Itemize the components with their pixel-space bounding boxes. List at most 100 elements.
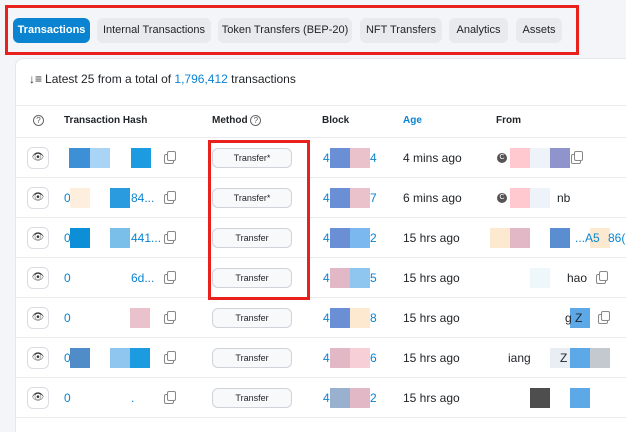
block-number-end[interactable]: 5 bbox=[370, 271, 377, 285]
block-number-end[interactable]: 4 bbox=[370, 151, 377, 165]
block-number-end[interactable]: 6 bbox=[370, 351, 377, 365]
table-row: 👁 0 Transfer 4 6 15 hrs ago iang Z bbox=[0, 338, 626, 378]
redacted-block bbox=[350, 388, 370, 408]
method-badge: Transfer bbox=[212, 308, 292, 328]
redacted-block bbox=[130, 308, 150, 328]
block-number-start[interactable]: 4 bbox=[323, 231, 330, 245]
block-number-start[interactable]: 4 bbox=[323, 191, 330, 205]
tab-analytics[interactable]: Analytics bbox=[449, 18, 508, 43]
redacted-block bbox=[330, 348, 350, 368]
block-number-start[interactable]: 4 bbox=[323, 391, 330, 405]
redacted-block bbox=[530, 388, 550, 408]
copy-icon[interactable] bbox=[164, 391, 176, 404]
tx-hash-start[interactable]: 0 bbox=[64, 271, 71, 285]
redacted-block bbox=[550, 148, 570, 168]
eye-icon[interactable]: 👁 bbox=[27, 227, 49, 249]
copy-icon[interactable] bbox=[164, 311, 176, 324]
table-row: 👁 0 Transfer 4 8 15 hrs ago g Z bbox=[0, 298, 626, 338]
tx-age: 15 hrs ago bbox=[403, 231, 460, 245]
column-header-block: Block bbox=[322, 115, 350, 126]
tx-age: 6 mins ago bbox=[403, 191, 462, 205]
eye-icon[interactable]: 👁 bbox=[27, 147, 49, 169]
tx-age: 15 hrs ago bbox=[403, 351, 460, 365]
contract-badge-icon: C bbox=[497, 193, 507, 203]
copy-icon[interactable] bbox=[164, 271, 176, 284]
tx-hash-end[interactable]: 6d... bbox=[131, 271, 154, 285]
tx-age: 15 hrs ago bbox=[403, 311, 460, 325]
info-column-header[interactable]: ? bbox=[33, 115, 44, 126]
column-header-age[interactable]: Age bbox=[403, 115, 422, 126]
from-address-link[interactable]: ...A5 bbox=[575, 231, 600, 245]
table-row: 👁 0 84... Transfer* 4 7 6 mins ago Cnb bbox=[0, 178, 626, 218]
redacted-block bbox=[350, 268, 370, 288]
copy-icon[interactable] bbox=[164, 351, 176, 364]
row-divider bbox=[15, 417, 626, 418]
copy-icon[interactable] bbox=[596, 271, 608, 284]
redacted-block bbox=[570, 348, 590, 368]
redacted-block bbox=[350, 308, 370, 328]
block-number-end[interactable]: 2 bbox=[370, 391, 377, 405]
redacted-block bbox=[70, 348, 90, 368]
block-number-end[interactable]: 2 bbox=[370, 231, 377, 245]
redacted-block bbox=[130, 348, 150, 368]
copy-icon[interactable] bbox=[164, 191, 176, 204]
block-number-start[interactable]: 4 bbox=[323, 271, 330, 285]
method-badge: Transfer bbox=[212, 388, 292, 408]
total-count-link[interactable]: 1,796,412 bbox=[174, 72, 227, 86]
from-address-text[interactable]: iang bbox=[508, 351, 531, 365]
block-number-start[interactable]: 4 bbox=[323, 151, 330, 165]
redacted-block bbox=[350, 148, 370, 168]
redacted-block bbox=[110, 348, 130, 368]
copy-icon[interactable] bbox=[571, 151, 583, 164]
table-row: 👁 0 6d... Transfer 4 5 15 hrs ago hao bbox=[0, 258, 626, 298]
redacted-block bbox=[530, 268, 550, 288]
tx-hash-end[interactable]: 84... bbox=[131, 191, 154, 205]
question-circle-icon[interactable]: ? bbox=[33, 115, 44, 126]
copy-icon[interactable] bbox=[598, 311, 610, 324]
eye-icon[interactable]: 👁 bbox=[27, 347, 49, 369]
redacted-block bbox=[330, 268, 350, 288]
tab-transactions[interactable]: Transactions bbox=[13, 18, 90, 43]
redacted-block bbox=[530, 148, 550, 168]
from-address-text[interactable]: nb bbox=[557, 191, 570, 205]
from-address-text[interactable]: hao bbox=[567, 271, 587, 285]
redacted-block bbox=[330, 148, 350, 168]
tx-hash-end[interactable]: . bbox=[131, 391, 134, 405]
redacted-block bbox=[330, 388, 350, 408]
transactions-summary: ↓≡ Latest 25 from a total of 1,796,412 tr… bbox=[29, 72, 296, 86]
column-header-method-label: Method bbox=[212, 115, 248, 126]
block-number-start[interactable]: 4 bbox=[323, 311, 330, 325]
redacted-block bbox=[570, 388, 590, 408]
eye-icon[interactable]: 👁 bbox=[27, 187, 49, 209]
column-header-method: Method ? bbox=[212, 115, 262, 126]
tab-internal-transactions[interactable]: Internal Transactions bbox=[97, 18, 211, 43]
from-address-link[interactable]: 86( bbox=[608, 231, 625, 245]
redacted-block bbox=[110, 228, 130, 248]
redacted-block bbox=[490, 228, 510, 248]
copy-icon[interactable] bbox=[164, 231, 176, 244]
tx-hash-end[interactable]: 441... bbox=[131, 231, 161, 245]
eye-icon[interactable]: 👁 bbox=[27, 387, 49, 409]
tx-age: 4 mins ago bbox=[403, 151, 462, 165]
column-header-hash: Transaction Hash bbox=[64, 115, 148, 126]
redacted-block bbox=[131, 148, 151, 168]
redacted-block bbox=[350, 348, 370, 368]
table-row: 👁 0 441... Transfer 4 2 15 hrs ago ...A5 86( bbox=[0, 218, 626, 258]
question-circle-icon[interactable]: ? bbox=[250, 115, 262, 126]
block-number-start[interactable]: 4 bbox=[323, 351, 330, 365]
copy-icon[interactable] bbox=[164, 151, 176, 164]
eye-icon[interactable]: 👁 bbox=[27, 307, 49, 329]
block-number-end[interactable]: 7 bbox=[370, 191, 377, 205]
tx-hash-start[interactable]: 0 bbox=[64, 391, 71, 405]
block-number-end[interactable]: 8 bbox=[370, 311, 377, 325]
tab-token-transfers[interactable]: Token Transfers (BEP-20) bbox=[218, 18, 352, 43]
eye-icon[interactable]: 👁 bbox=[27, 267, 49, 289]
tab-assets[interactable]: Assets bbox=[516, 18, 562, 43]
table-row: 👁 0. Transfer 4 2 15 hrs ago bbox=[0, 378, 626, 418]
tx-hash-start[interactable]: 0 bbox=[64, 311, 71, 325]
from-address-text[interactable]: Z bbox=[560, 351, 567, 365]
tab-nft-transfers[interactable]: NFT Transfers bbox=[360, 18, 442, 43]
redacted-block bbox=[330, 228, 350, 248]
redacted-block bbox=[110, 188, 130, 208]
from-address-text[interactable]: g Z bbox=[565, 311, 582, 325]
